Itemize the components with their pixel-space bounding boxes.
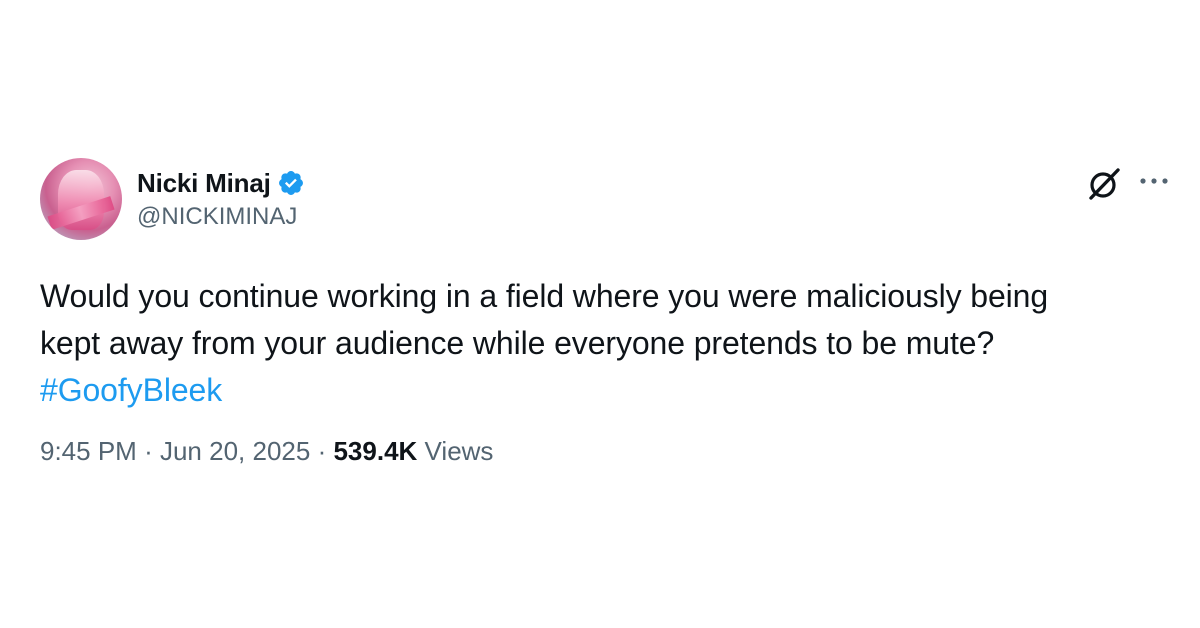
- handle[interactable]: @NICKIMINAJ: [137, 203, 305, 231]
- tweet-time[interactable]: 9:45 PM: [40, 436, 137, 466]
- meta-separator: ·: [317, 436, 327, 466]
- verified-badge-icon: [278, 171, 303, 195]
- meta-separator: ·: [144, 436, 153, 466]
- grok-icon[interactable]: [1087, 167, 1121, 201]
- avatar[interactable]: [40, 158, 122, 240]
- tweet-text-line: Would you continue working in a field wh…: [40, 278, 1049, 314]
- more-options-icon[interactable]: [1138, 171, 1170, 191]
- display-name[interactable]: Nicki Minaj: [137, 168, 271, 199]
- views-label: Views: [424, 436, 494, 466]
- tweet-header: Nicki Minaj @NICKIMINAJ: [40, 157, 1170, 243]
- tweet-card: Nicki Minaj @NICKIMINAJ Would you contin…: [40, 157, 1170, 467]
- author-info: Nicki Minaj @NICKIMINAJ: [137, 165, 305, 231]
- display-name-row: Nicki Minaj: [137, 165, 305, 201]
- tweet-meta: 9:45 PM · Jun 20, 2025 · 539.4K Views: [40, 436, 1170, 467]
- tweet-text-line: kept away from your audience while every…: [40, 325, 995, 361]
- tweet-text: Would you continue working in a field wh…: [40, 273, 1170, 414]
- views-count: 539.4K: [333, 436, 418, 466]
- tweet-date[interactable]: Jun 20, 2025: [160, 436, 310, 466]
- hashtag-link[interactable]: #GoofyBleek: [40, 367, 1170, 414]
